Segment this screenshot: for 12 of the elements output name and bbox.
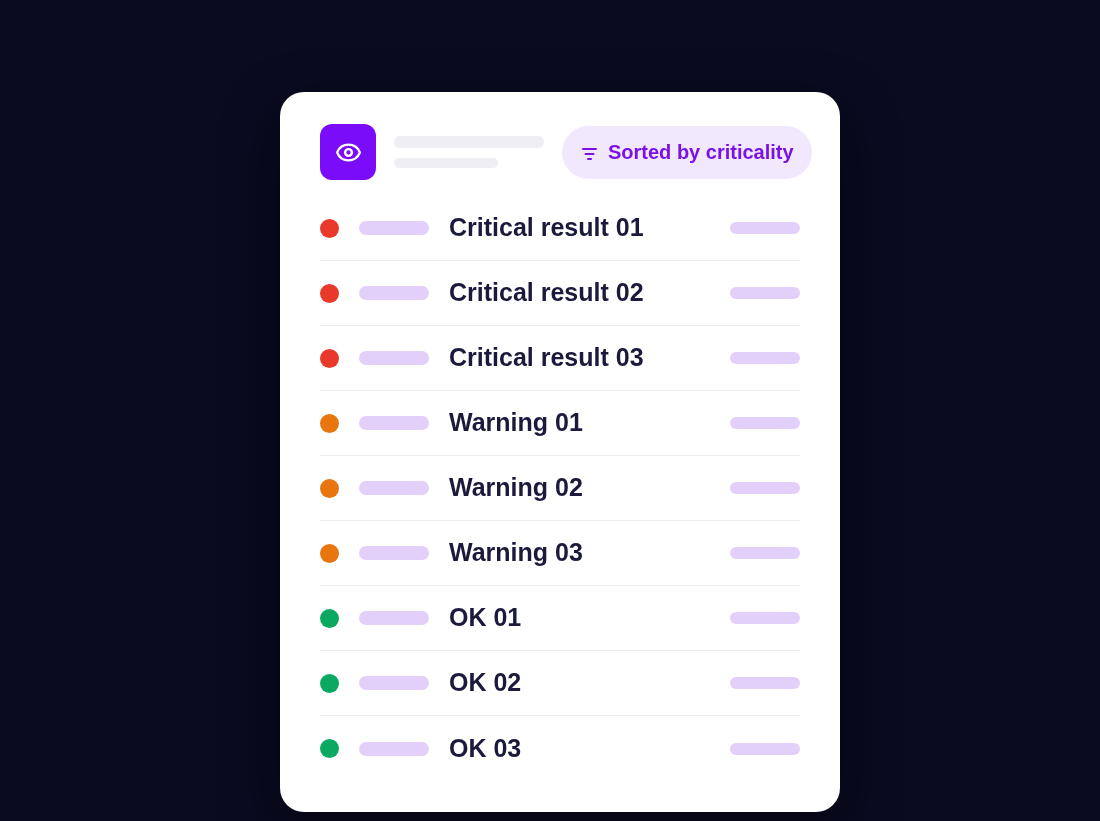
eye-icon <box>320 124 376 180</box>
result-title: Warning 02 <box>449 472 583 504</box>
result-title: OK 02 <box>449 667 522 699</box>
filter-icon <box>582 147 597 160</box>
sort-chip[interactable]: Sorted by criticality <box>562 125 812 179</box>
result-title: OK 01 <box>449 602 522 634</box>
result-title: OK 03 <box>449 732 522 764</box>
result-title: Critical result 02 <box>449 277 644 309</box>
result-title: Critical result 03 <box>449 342 644 374</box>
result-title: Critical result 01 <box>449 212 644 244</box>
result-title: Warning 03 <box>449 537 583 569</box>
result-title: Warning 01 <box>449 407 583 439</box>
